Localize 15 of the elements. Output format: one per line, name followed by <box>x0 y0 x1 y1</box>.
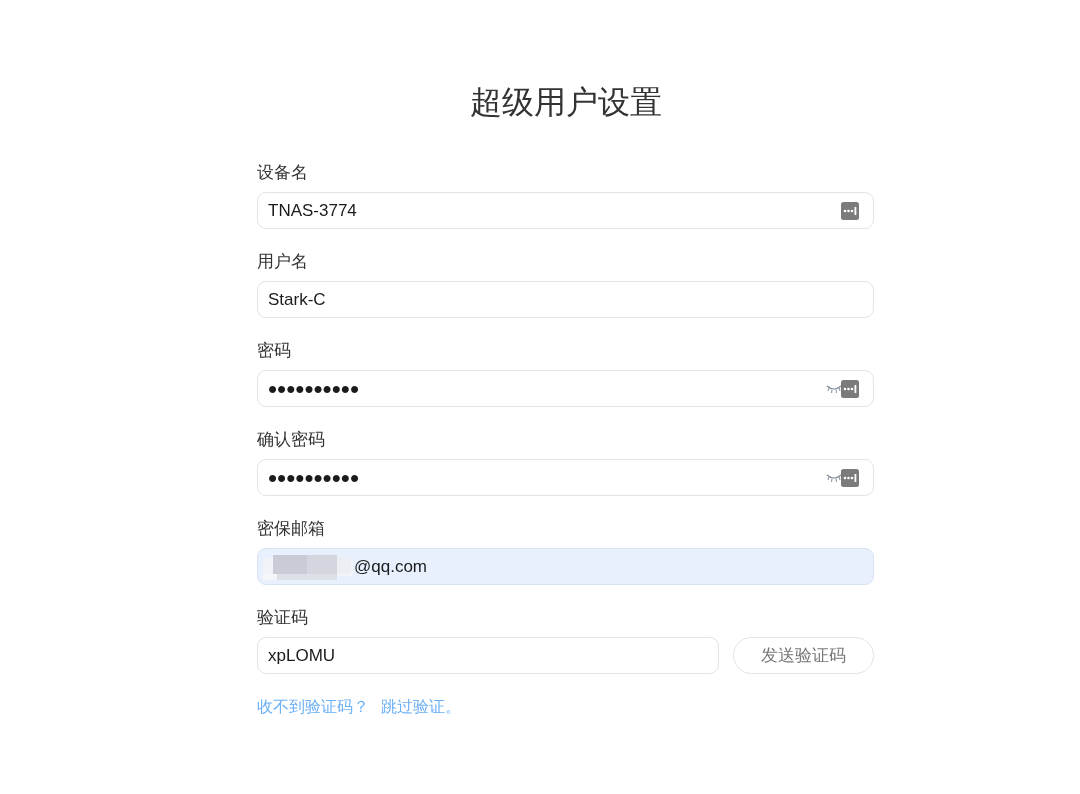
input-field[interactable]: TNAS-3774 <box>257 192 874 229</box>
input-field[interactable]: xpLOMU <box>257 637 719 674</box>
input-field[interactable]: Stark-C <box>257 281 874 318</box>
page-title: 超级用户设置 <box>468 83 663 122</box>
field-label: 密保邮箱 <box>257 518 325 540</box>
password-field[interactable]: •••••••••• <box>257 370 874 407</box>
help-text: 收不到验证码？ <box>257 697 369 717</box>
field-label: 设备名 <box>257 162 308 184</box>
field-label: 确认密码 <box>257 429 325 451</box>
field-label: 验证码 <box>257 607 308 629</box>
password-field[interactable]: •••••••••• <box>257 459 874 496</box>
send-code-button[interactable]: 发送验证码 <box>733 637 874 674</box>
field-label: 密码 <box>257 340 291 362</box>
field-label: 用户名 <box>257 251 308 273</box>
input-field[interactable]: @qq.com <box>257 548 874 585</box>
